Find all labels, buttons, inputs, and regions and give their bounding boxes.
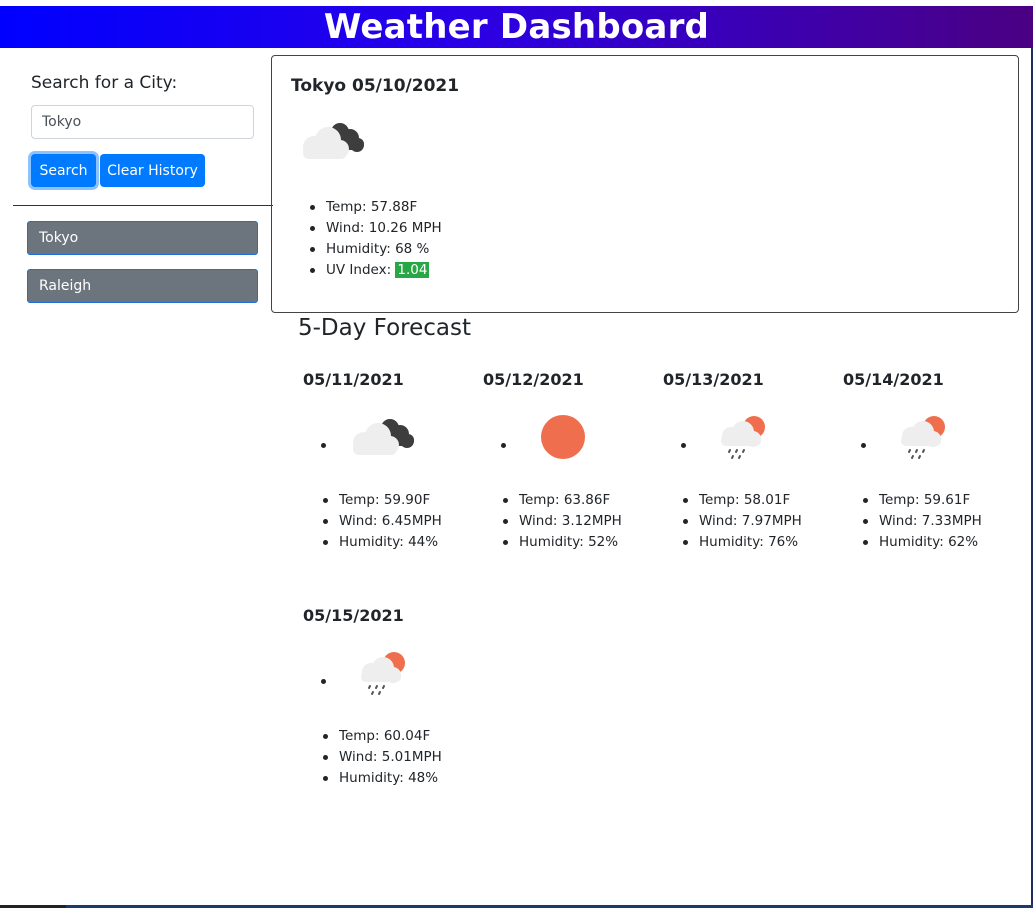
list-bullet [321,679,326,684]
forecast-humidity: Humidity: 48% [316,768,442,789]
broken-clouds-icon [298,116,368,170]
current-wind: Wind: 10.26 MPH [303,218,442,239]
forecast-date: 05/12/2021 [483,370,584,389]
city-search-input[interactable] [31,105,254,139]
forecast-day-4: 05/14/2021 Temp: 59.61F Wind: 7.33MPH Hu… [843,370,1013,570]
forecast-day-5: 05/15/2021 Temp: 60.04F Wind: 5.01MPH Hu… [303,606,473,806]
uv-label: UV Index: [326,262,396,278]
history-item-raleigh[interactable]: Raleigh [27,269,258,303]
forecast-day-2: 05/12/2021 Temp: 63.86F Wind: 3.12MPH Hu… [483,370,653,570]
forecast-wind: Wind: 6.45MPH [316,511,442,532]
list-bullet [861,443,866,448]
forecast-details: Temp: 59.61F Wind: 7.33MPH Humidity: 62% [856,490,982,553]
current-weather-title: Tokyo 05/10/2021 [291,76,460,96]
clear-sky-icon [528,412,598,466]
current-humidity: Humidity: 68 % [303,239,442,260]
clear-history-button[interactable]: Clear History [100,154,205,187]
forecast-date: 05/15/2021 [303,606,404,625]
page-header: Weather Dashboard [0,6,1033,48]
current-temp: Temp: 57.88F [303,197,442,218]
list-bullet [321,443,326,448]
forecast-day-3: 05/13/2021 Temp: 58.01F Wind: 7.97MPH Hu… [663,370,833,570]
forecast-humidity: Humidity: 44% [316,532,442,553]
forecast-date: 05/11/2021 [303,370,404,389]
forecast-wind: Wind: 7.33MPH [856,511,982,532]
forecast-title: 5-Day Forecast [298,315,471,341]
forecast-temp: Temp: 59.61F [856,490,982,511]
sidebar-divider [13,205,273,206]
forecast-humidity: Humidity: 52% [496,532,622,553]
forecast-temp: Temp: 60.04F [316,726,442,747]
forecast-temp: Temp: 59.90F [316,490,442,511]
forecast-temp: Temp: 63.86F [496,490,622,511]
broken-clouds-icon [348,412,418,466]
rain-sun-icon [888,412,958,466]
forecast-date: 05/13/2021 [663,370,764,389]
forecast-day-1: 05/11/2021 Temp: 59.90F Wind: 6.45MPH Hu… [303,370,473,570]
current-weather-card: Tokyo 05/10/2021 Temp: 57.88F Wind: 10.2… [271,55,1019,313]
forecast-details: Temp: 59.90F Wind: 6.45MPH Humidity: 44% [316,490,442,553]
forecast-humidity: Humidity: 76% [676,532,802,553]
forecast-temp: Temp: 58.01F [676,490,802,511]
forecast-wind: Wind: 3.12MPH [496,511,622,532]
forecast-details: Temp: 60.04F Wind: 5.01MPH Humidity: 48% [316,726,442,789]
forecast-wind: Wind: 5.01MPH [316,747,442,768]
forecast-details: Temp: 63.86F Wind: 3.12MPH Humidity: 52% [496,490,622,553]
forecast-details: Temp: 58.01F Wind: 7.97MPH Humidity: 76% [676,490,802,553]
list-bullet [501,443,506,448]
uv-index-badge: 1.04 [395,262,430,278]
forecast-wind: Wind: 7.97MPH [676,511,802,532]
rain-sun-icon [708,412,778,466]
search-button[interactable]: Search [31,154,96,187]
page-title: Weather Dashboard [323,7,710,47]
search-label: Search for a City: [31,73,178,93]
list-bullet [681,443,686,448]
current-weather-details: Temp: 57.88F Wind: 10.26 MPH Humidity: 6… [303,197,442,281]
current-uv-index: UV Index: 1.04 [303,260,442,281]
forecast-date: 05/14/2021 [843,370,944,389]
forecast-humidity: Humidity: 62% [856,532,982,553]
rain-sun-icon [348,648,418,702]
history-item-tokyo[interactable]: Tokyo [27,221,258,255]
